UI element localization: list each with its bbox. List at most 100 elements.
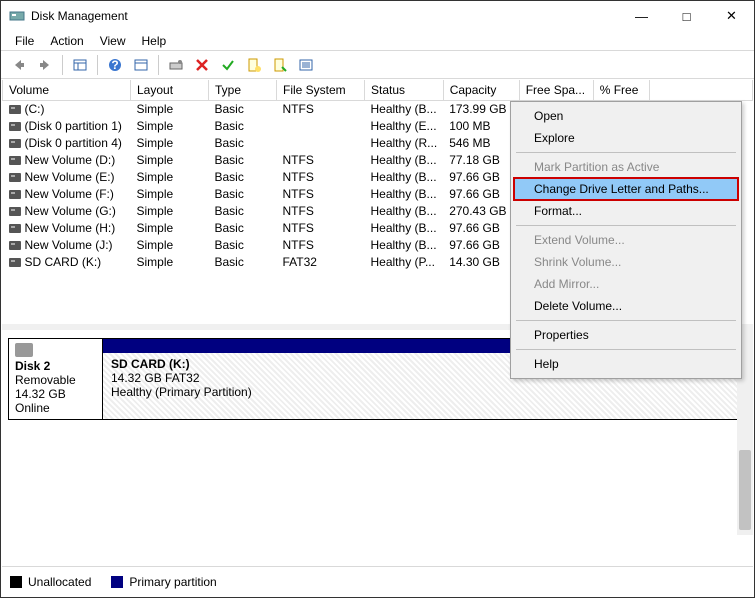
disk-name: Disk 2: [15, 359, 96, 373]
cell-status: Healthy (B...: [365, 203, 444, 220]
cell-type: Basic: [209, 100, 277, 118]
menu-view[interactable]: View: [92, 32, 134, 50]
ctx-open[interactable]: Open: [514, 105, 738, 127]
properties-button[interactable]: [268, 53, 292, 77]
col-capacity[interactable]: Capacity: [443, 80, 519, 100]
cell-layout: Simple: [131, 100, 209, 118]
cell-type: Basic: [209, 220, 277, 237]
settings-button[interactable]: [129, 53, 153, 77]
cell-type: Basic: [209, 203, 277, 220]
col-pct[interactable]: % Free: [593, 80, 649, 100]
cell-capacity: 77.18 GB: [443, 152, 519, 169]
ctx-mirror: Add Mirror...: [514, 273, 738, 295]
cell-layout: Simple: [131, 220, 209, 237]
volume-name: New Volume (F:): [25, 187, 114, 201]
volume-name: New Volume (E:): [25, 170, 115, 184]
volume-name: (Disk 0 partition 1): [25, 119, 122, 133]
disk-header[interactable]: Disk 2 Removable 14.32 GB Online: [8, 338, 103, 420]
ctx-format[interactable]: Format...: [514, 200, 738, 222]
delete-button[interactable]: [190, 53, 214, 77]
cell-capacity: 100 MB: [443, 118, 519, 135]
drive-icon: [9, 224, 21, 233]
cell-fs: NTFS: [277, 152, 365, 169]
swatch-primary: [111, 576, 123, 588]
ctx-properties[interactable]: Properties: [514, 324, 738, 346]
cell-layout: Simple: [131, 169, 209, 186]
col-layout[interactable]: Layout: [131, 80, 209, 100]
toolbar: ?: [1, 51, 754, 79]
forward-button[interactable]: [33, 53, 57, 77]
ctx-explore[interactable]: Explore: [514, 127, 738, 149]
show-hide-console-button[interactable]: [68, 53, 92, 77]
ctx-change-drive-letter[interactable]: Change Drive Letter and Paths...: [514, 178, 738, 200]
ctx-shrink: Shrink Volume...: [514, 251, 738, 273]
cell-type: Basic: [209, 254, 277, 271]
maximize-button[interactable]: □: [664, 1, 709, 31]
swatch-unallocated: [10, 576, 22, 588]
cell-layout: Simple: [131, 186, 209, 203]
disk-size: 14.32 GB: [15, 387, 96, 401]
col-status[interactable]: Status: [365, 80, 444, 100]
disk-kind: Removable: [15, 373, 96, 387]
ctx-extend: Extend Volume...: [514, 229, 738, 251]
minimize-button[interactable]: —: [619, 1, 664, 31]
drive-icon: [9, 173, 21, 182]
cell-type: Basic: [209, 186, 277, 203]
legend-unallocated: Unallocated: [28, 575, 91, 589]
scrollbar-thumb[interactable]: [739, 450, 751, 530]
cell-type: Basic: [209, 169, 277, 186]
cell-fs: NTFS: [277, 100, 365, 118]
ctx-delete[interactable]: Delete Volume...: [514, 295, 738, 317]
help-button[interactable]: ?: [103, 53, 127, 77]
legend-primary: Primary partition: [129, 575, 216, 589]
cell-capacity: 97.66 GB: [443, 186, 519, 203]
drive-icon: [9, 258, 21, 267]
col-free[interactable]: Free Spa...: [519, 80, 593, 100]
cell-type: Basic: [209, 152, 277, 169]
legend: Unallocated Primary partition: [2, 566, 753, 596]
new-button[interactable]: [242, 53, 266, 77]
cell-type: Basic: [209, 118, 277, 135]
cell-status: Healthy (B...: [365, 152, 444, 169]
menu-file[interactable]: File: [7, 32, 42, 50]
cell-status: Healthy (B...: [365, 186, 444, 203]
cell-type: Basic: [209, 237, 277, 254]
disk-icon: [15, 343, 33, 357]
col-type[interactable]: Type: [209, 80, 277, 100]
ctx-mark-active: Mark Partition as Active: [514, 156, 738, 178]
volume-name: New Volume (H:): [25, 221, 116, 235]
cell-fs: NTFS: [277, 186, 365, 203]
window-title: Disk Management: [31, 9, 619, 23]
cell-fs: NTFS: [277, 220, 365, 237]
menu-bar: File Action View Help: [1, 31, 754, 51]
back-button[interactable]: [7, 53, 31, 77]
cell-capacity: 97.66 GB: [443, 220, 519, 237]
drive-icon: [9, 207, 21, 216]
cell-status: Healthy (B...: [365, 220, 444, 237]
cell-capacity: 14.30 GB: [443, 254, 519, 271]
app-icon: [9, 8, 25, 24]
menu-action[interactable]: Action: [42, 32, 91, 50]
cell-capacity: 270.43 GB: [443, 203, 519, 220]
col-fs[interactable]: File System: [277, 80, 365, 100]
cell-status: Healthy (B...: [365, 100, 444, 118]
list-button[interactable]: [294, 53, 318, 77]
close-button[interactable]: ✕: [709, 1, 754, 31]
volume-name: New Volume (J:): [25, 238, 113, 252]
volume-name: (Disk 0 partition 4): [25, 136, 122, 150]
cell-fs: FAT32: [277, 254, 365, 271]
drive-icon: [9, 156, 21, 165]
cell-layout: Simple: [131, 152, 209, 169]
title-bar: Disk Management — □ ✕: [1, 1, 754, 31]
cell-status: Healthy (B...: [365, 169, 444, 186]
ctx-help[interactable]: Help: [514, 353, 738, 375]
refresh-button[interactable]: [164, 53, 188, 77]
menu-help[interactable]: Help: [134, 32, 175, 50]
cell-status: Healthy (E...: [365, 118, 444, 135]
cell-capacity: 173.99 GB: [443, 100, 519, 118]
check-button[interactable]: [216, 53, 240, 77]
cell-type: Basic: [209, 135, 277, 152]
context-menu: Open Explore Mark Partition as Active Ch…: [510, 101, 742, 379]
col-volume[interactable]: Volume: [3, 80, 131, 100]
volume-name: SD CARD (K:): [25, 255, 102, 269]
